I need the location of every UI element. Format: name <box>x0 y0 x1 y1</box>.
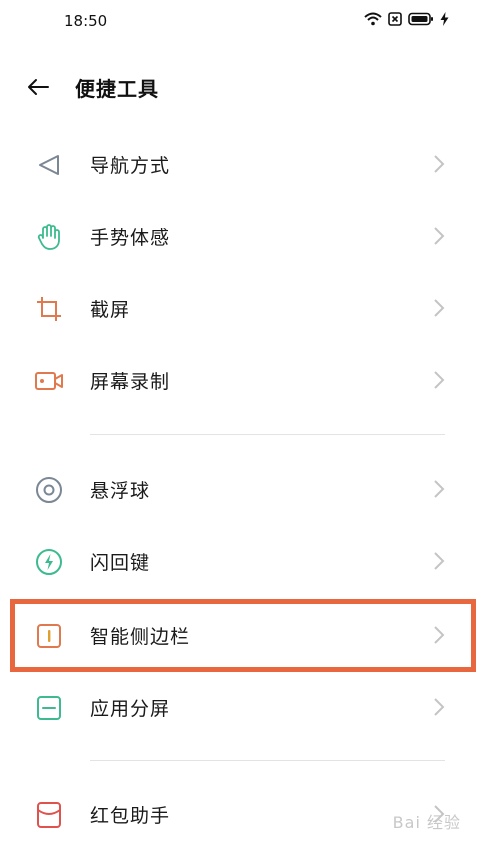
list-item-label: 红包助手 <box>90 805 171 827</box>
list-item-label: 屏幕录制 <box>90 371 171 393</box>
status-time: 18:50 <box>64 12 108 30</box>
watermark: Bai 经验 <box>392 813 461 832</box>
list-item-flash-back[interactable]: 闪回键 <box>0 525 489 597</box>
chevron-right-icon <box>434 299 445 317</box>
list-item-navigation[interactable]: 导航方式 <box>0 128 489 200</box>
hand-gesture-icon <box>34 222 64 252</box>
list-item-screenshot[interactable]: 截屏 <box>0 272 489 344</box>
section-divider <box>90 434 445 435</box>
status-bar: 18:50 <box>0 0 489 44</box>
crop-screenshot-icon <box>34 294 64 324</box>
battery-icon <box>408 12 433 26</box>
screen-record-icon <box>34 366 64 396</box>
chevron-right-icon <box>434 371 445 389</box>
list-item-label: 应用分屏 <box>90 698 171 720</box>
flash-back-icon <box>34 547 64 577</box>
list-item-label: 截屏 <box>90 299 131 321</box>
page-title: 便捷工具 <box>75 77 159 101</box>
status-icons <box>364 12 449 26</box>
list-item-split-screen[interactable]: 应用分屏 <box>0 671 489 743</box>
navigation-arrow-icon <box>34 150 64 180</box>
list-item-label: 导航方式 <box>90 155 171 177</box>
red-envelope-icon <box>34 800 64 830</box>
header: 便捷工具 <box>0 60 489 114</box>
list-item-label: 闪回键 <box>90 552 151 574</box>
wifi-icon <box>364 12 382 26</box>
sim-off-icon <box>388 12 402 26</box>
list-item-label: 悬浮球 <box>90 480 151 502</box>
section-divider <box>90 760 445 761</box>
chevron-right-icon <box>434 480 445 498</box>
list-item-floating-ball[interactable]: 悬浮球 <box>0 453 489 525</box>
list-item-label: 手势体感 <box>90 227 171 249</box>
back-button[interactable] <box>22 72 54 102</box>
chevron-right-icon <box>434 698 445 716</box>
chevron-right-icon <box>434 155 445 173</box>
floating-ball-icon <box>34 475 64 505</box>
back-arrow-icon <box>28 79 49 95</box>
split-screen-icon <box>34 693 64 723</box>
chevron-right-icon <box>434 227 445 245</box>
list-item-gesture[interactable]: 手势体感 <box>0 200 489 272</box>
list-item-screen-record[interactable]: 屏幕录制 <box>0 344 489 416</box>
chevron-right-icon <box>434 552 445 570</box>
highlight-box <box>10 599 476 672</box>
charging-icon <box>440 12 449 26</box>
